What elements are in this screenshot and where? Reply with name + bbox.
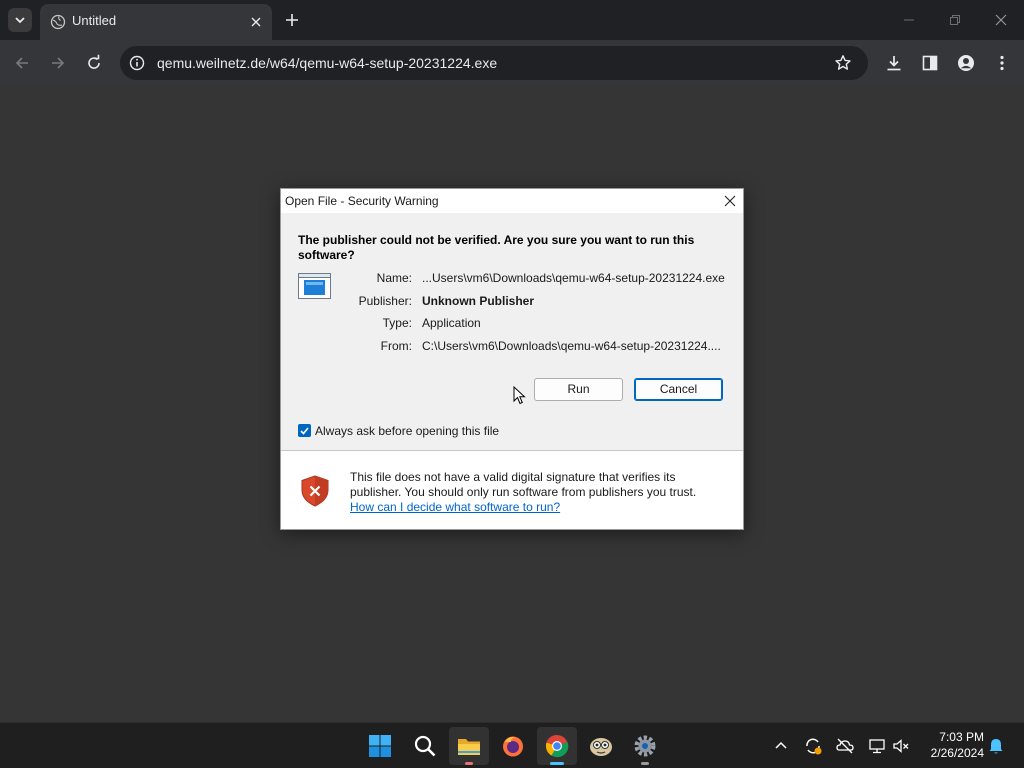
volume-tray-button[interactable] (890, 735, 912, 757)
search-icon (414, 735, 436, 757)
dialog-close-button[interactable] (719, 191, 741, 211)
side-panel-icon (922, 55, 938, 71)
settings-button[interactable] (625, 727, 665, 765)
security-shield-icon (301, 475, 329, 507)
globe-icon (50, 14, 66, 30)
back-arrow-icon (15, 57, 28, 69)
tab-strip: Untitled (0, 0, 1024, 40)
forward-button[interactable] (46, 51, 70, 75)
type-label: Type: (382, 316, 412, 330)
taskbar-search-button[interactable] (405, 727, 445, 765)
new-tab-button[interactable] (282, 10, 302, 30)
close-icon (995, 14, 1007, 26)
dialog-warning-panel: This file does not have a valid digital … (281, 451, 743, 529)
file-explorer-icon (458, 739, 480, 755)
warning-message: This file does not have a valid digital … (350, 470, 697, 499)
checkmark-icon (300, 427, 309, 435)
network-tray-button[interactable] (866, 735, 888, 757)
dialog-heading: The publisher could not be verified. Are… (298, 233, 695, 262)
forward-arrow-icon (52, 57, 65, 69)
chevron-up-icon (775, 741, 787, 749)
restore-icon (950, 15, 960, 25)
download-icon (887, 56, 901, 71)
kebab-menu-icon (1000, 55, 1004, 71)
mouse-cursor-icon (513, 386, 526, 405)
help-link[interactable]: How can I decide what software to run? (350, 500, 560, 514)
run-button[interactable]: Run (534, 378, 623, 401)
always-ask-label[interactable]: Always ask before opening this file (315, 424, 499, 438)
reload-button[interactable] (82, 51, 106, 75)
profile-button[interactable] (954, 51, 978, 75)
always-ask-checkbox[interactable] (298, 424, 311, 437)
side-panel-button[interactable] (918, 51, 942, 75)
publisher-label: Publisher: (358, 294, 412, 308)
sync-icon (806, 738, 822, 755)
from-value: C:\Users\vm6\Downloads\qemu-w64-setup-20… (422, 339, 721, 353)
downloads-button[interactable] (882, 51, 906, 75)
show-hidden-icons-button[interactable] (770, 735, 792, 757)
browser-toolbar: qemu.weilnetz.de/w64/qemu-w64-setup-2023… (0, 40, 1024, 86)
running-indicator (641, 762, 649, 765)
minimize-icon (904, 19, 914, 21)
cancel-button[interactable]: Cancel (634, 378, 723, 401)
reload-icon (88, 54, 100, 69)
firefox-icon (503, 736, 523, 757)
start-button[interactable] (360, 727, 400, 765)
site-info-icon[interactable] (128, 54, 146, 72)
type-value: Application (422, 316, 481, 330)
publisher-value: Unknown Publisher (422, 294, 535, 308)
notifications-button[interactable] (985, 735, 1007, 757)
volume-muted-icon (893, 739, 909, 753)
window-close-button[interactable] (989, 8, 1013, 32)
bell-icon (989, 739, 1003, 754)
settings-icon (634, 735, 656, 757)
close-icon (724, 195, 736, 207)
taskbar: 7:03 PM 2/26/2024 (0, 722, 1024, 768)
name-label: Name: (376, 271, 412, 285)
security-warning-dialog: Open File - Security Warning The publish… (280, 188, 744, 530)
firefox-button[interactable] (493, 727, 533, 765)
back-button[interactable] (10, 51, 34, 75)
qemu-app-button[interactable] (581, 727, 621, 765)
plus-icon (286, 14, 298, 26)
chrome-icon (545, 734, 569, 758)
cloud-offline-icon (836, 738, 854, 754)
bookmark-star-icon[interactable] (834, 54, 852, 72)
name-value: ...Users\vm6\Downloads\qemu-w64-setup-20… (422, 271, 725, 285)
clock-time: 7:03 PM (939, 730, 984, 744)
close-icon (251, 17, 261, 27)
chevron-down-icon (15, 17, 25, 24)
tab-title: Untitled (72, 13, 117, 28)
active-indicator (550, 762, 564, 765)
network-icon (869, 739, 885, 754)
chrome-button[interactable] (537, 727, 577, 765)
clock-date: 2/26/2024 (930, 746, 984, 760)
browser-menu-button[interactable] (990, 51, 1014, 75)
from-label: From: (380, 339, 412, 353)
file-explorer-button[interactable] (449, 727, 489, 765)
restore-button[interactable] (943, 8, 967, 32)
url-text: qemu.weilnetz.de/w64/qemu-w64-setup-2023… (157, 55, 498, 71)
address-bar[interactable]: qemu.weilnetz.de/w64/qemu-w64-setup-2023… (120, 46, 868, 80)
profile-icon (958, 55, 974, 71)
running-indicator (465, 762, 473, 765)
system-clock[interactable]: 7:03 PM 2/26/2024 (918, 729, 984, 761)
browser-tab[interactable]: Untitled (40, 4, 272, 40)
dialog-titlebar[interactable]: Open File - Security Warning (281, 189, 743, 213)
minimize-button[interactable] (897, 8, 921, 32)
tab-close-button[interactable] (246, 12, 266, 32)
dialog-title: Open File - Security Warning (285, 194, 439, 208)
qemu-app-icon (590, 738, 612, 756)
sync-tray-button[interactable] (802, 735, 824, 757)
onedrive-tray-button[interactable] (834, 735, 856, 757)
start-icon (369, 735, 391, 757)
tab-search-button[interactable] (8, 8, 32, 32)
